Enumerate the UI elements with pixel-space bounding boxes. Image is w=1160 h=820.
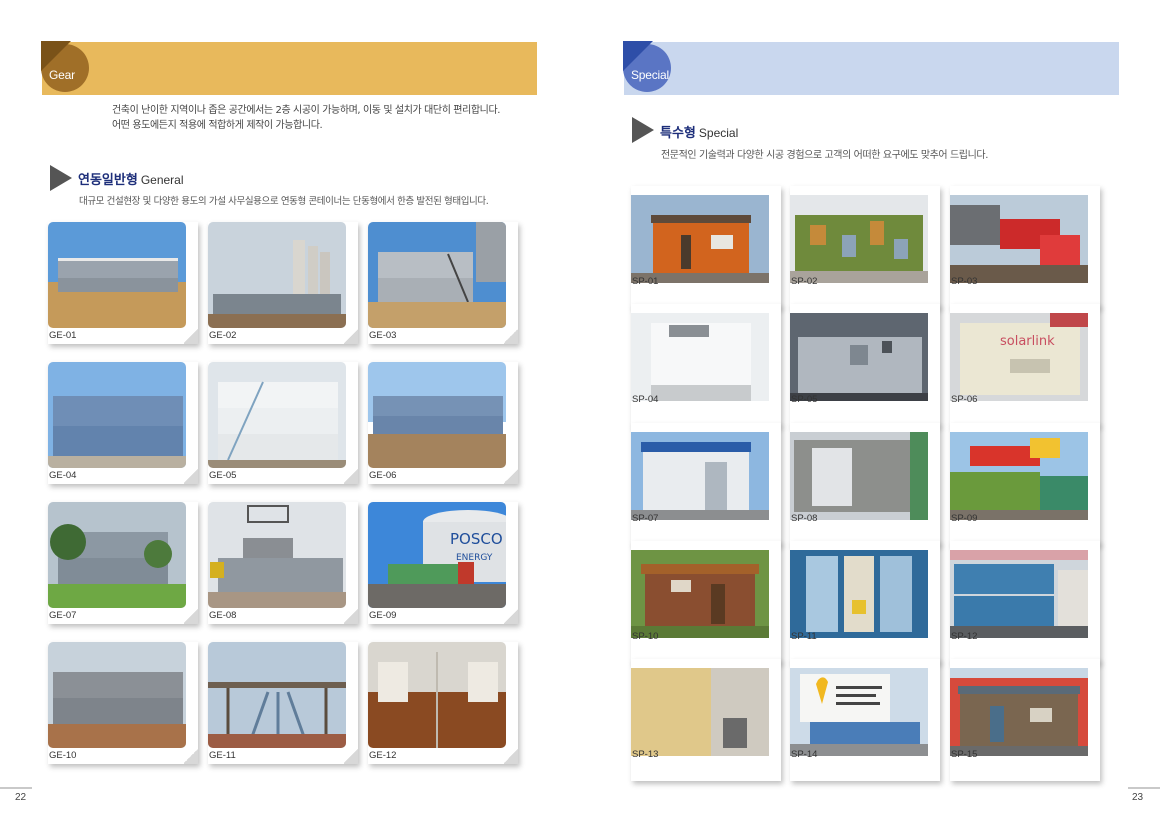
photo-ge-12 bbox=[368, 642, 506, 748]
caption: GE-02 bbox=[209, 330, 237, 341]
photo-card[interactable]: SP-10 bbox=[631, 541, 781, 663]
photo-card[interactable]: SP-11 bbox=[790, 541, 940, 663]
gear-header-label: Gear bbox=[49, 68, 75, 82]
page-number-bar bbox=[1128, 787, 1160, 789]
caption: SP-01 bbox=[632, 276, 659, 287]
gear-intro-line-2: 어떤 용도에든지 적용에 적합하게 제작이 가능합니다. bbox=[112, 120, 323, 131]
photo-card[interactable]: SP-12 bbox=[950, 541, 1100, 663]
special-badge: Special bbox=[623, 41, 671, 96]
caption: GE-04 bbox=[49, 470, 77, 481]
photo-card[interactable]: GE-07 bbox=[48, 502, 198, 624]
photo-card[interactable]: SP-05 bbox=[790, 304, 940, 426]
caption: SP-11 bbox=[791, 631, 817, 642]
caption: SP-04 bbox=[632, 394, 659, 405]
special-section-desc: 전문적인 기술력과 다양한 시공 경험으로 고객의 어떠한 요구에도 맞추어 드… bbox=[661, 150, 988, 161]
page-number-right: 23 bbox=[1132, 792, 1144, 803]
photo-ge-06 bbox=[368, 362, 506, 468]
photo-card[interactable]: GE-02 bbox=[208, 222, 358, 344]
photo-ge-03 bbox=[368, 222, 506, 328]
caption: GE-11 bbox=[209, 750, 236, 761]
caption: GE-07 bbox=[49, 610, 77, 621]
photo-ge-07 bbox=[48, 502, 186, 608]
caption: GE-05 bbox=[209, 470, 237, 481]
photo-card[interactable]: GE-03 bbox=[368, 222, 518, 344]
posco-sign-line-2: ENERGY bbox=[456, 553, 493, 563]
left-page: Gear 건축이 난이한 지역이나 좁은 공간에서는 2층 시공이 가능하며, … bbox=[0, 0, 580, 820]
caption: SP-10 bbox=[632, 631, 659, 642]
photo-card[interactable]: GE-04 bbox=[48, 362, 198, 484]
photo-ge-02 bbox=[208, 222, 346, 328]
photo-card[interactable]: GE-10 bbox=[48, 642, 198, 764]
caption: GE-03 bbox=[369, 330, 397, 341]
photo-card[interactable]: SP-13 bbox=[631, 659, 781, 781]
caption: GE-12 bbox=[369, 750, 397, 761]
caption: SP-06 bbox=[951, 394, 978, 405]
caption: SP-12 bbox=[951, 631, 978, 642]
photo-card[interactable]: SP-03 bbox=[950, 186, 1100, 308]
photo-card[interactable]: SP-15 bbox=[950, 659, 1100, 781]
photo-ge-04 bbox=[48, 362, 186, 468]
caption: SP-07 bbox=[632, 513, 659, 524]
right-page: Special 특수형 Special 전문적인 기술력과 다양한 시공 경험으로… bbox=[580, 0, 1160, 820]
caption: SP-09 bbox=[951, 513, 978, 524]
page-number-bar bbox=[0, 787, 32, 789]
photo-card[interactable]: GE-08 bbox=[208, 502, 358, 624]
photo-ge-11 bbox=[208, 642, 346, 748]
photo-card[interactable]: GE-01 bbox=[48, 222, 198, 344]
photo-ge-08 bbox=[208, 502, 346, 608]
gear-intro: 건축이 난이한 지역이나 좁은 공간에서는 2층 시공이 가능하며, 이동 및 … bbox=[112, 103, 532, 133]
caption: SP-02 bbox=[791, 276, 818, 287]
special-section-title: 특수형 Special bbox=[660, 122, 738, 141]
posco-sign-line-1: POSCO bbox=[450, 530, 503, 548]
special-header-label: Special bbox=[631, 68, 669, 82]
special-title-ko: 특수형 bbox=[660, 126, 696, 141]
general-title-ko: 연동일반형 bbox=[78, 173, 138, 188]
solarlink-sign: solarlink bbox=[1000, 334, 1055, 349]
photo-card[interactable]: solarlink SP-06 bbox=[950, 304, 1100, 426]
general-section-desc: 대규모 건설현장 및 다양한 용도의 가설 사무실용으로 연동형 콘테이너는 단… bbox=[79, 196, 489, 207]
caption: SP-14 bbox=[791, 749, 818, 760]
photo-ge-10 bbox=[48, 642, 186, 748]
photo-card[interactable]: SP-14 bbox=[790, 659, 940, 781]
photo-card[interactable]: SP-04 bbox=[631, 304, 781, 426]
photo-card[interactable]: SP-09 bbox=[950, 423, 1100, 545]
caption: GE-10 bbox=[49, 750, 77, 761]
caption: SP-08 bbox=[791, 513, 818, 524]
photo-card[interactable]: POSCO ENERGY GE-09 bbox=[368, 502, 518, 624]
photo-card[interactable]: GE-05 bbox=[208, 362, 358, 484]
section-arrow-icon bbox=[50, 165, 72, 191]
caption: SP-13 bbox=[632, 749, 659, 760]
gear-badge: Gear bbox=[41, 41, 89, 96]
photo-card[interactable]: GE-06 bbox=[368, 362, 518, 484]
caption: GE-06 bbox=[369, 470, 397, 481]
gear-header-bar: Gear bbox=[41, 41, 537, 96]
photo-ge-05 bbox=[208, 362, 346, 468]
gear-intro-line-1: 건축이 난이한 지역이나 좁은 공간에서는 2층 시공이 가능하며, 이동 및 … bbox=[112, 105, 501, 116]
caption: GE-01 bbox=[49, 330, 77, 341]
caption: SP-15 bbox=[951, 749, 978, 760]
photo-ge-01 bbox=[48, 222, 186, 328]
special-title-en: Special bbox=[698, 126, 739, 140]
caption: SP-05 bbox=[791, 394, 818, 405]
page-number-left: 22 bbox=[15, 792, 27, 803]
photo-card[interactable]: SP-07 bbox=[631, 423, 781, 545]
caption: GE-08 bbox=[209, 610, 237, 621]
general-title-en: General bbox=[140, 173, 184, 187]
general-section-title: 연동일반형 General bbox=[78, 169, 184, 188]
photo-card[interactable]: GE-11 bbox=[208, 642, 358, 764]
special-header-bar: Special bbox=[623, 41, 1119, 96]
caption: SP-03 bbox=[951, 276, 978, 287]
caption: GE-09 bbox=[369, 610, 397, 621]
photo-ge-09: POSCO ENERGY bbox=[368, 502, 506, 608]
section-arrow-icon bbox=[632, 117, 654, 143]
photo-card[interactable]: GE-12 bbox=[368, 642, 518, 764]
photo-card[interactable]: SP-08 bbox=[790, 423, 940, 545]
photo-card[interactable]: SP-01 bbox=[631, 186, 781, 308]
photo-card[interactable]: SP-02 bbox=[790, 186, 940, 308]
